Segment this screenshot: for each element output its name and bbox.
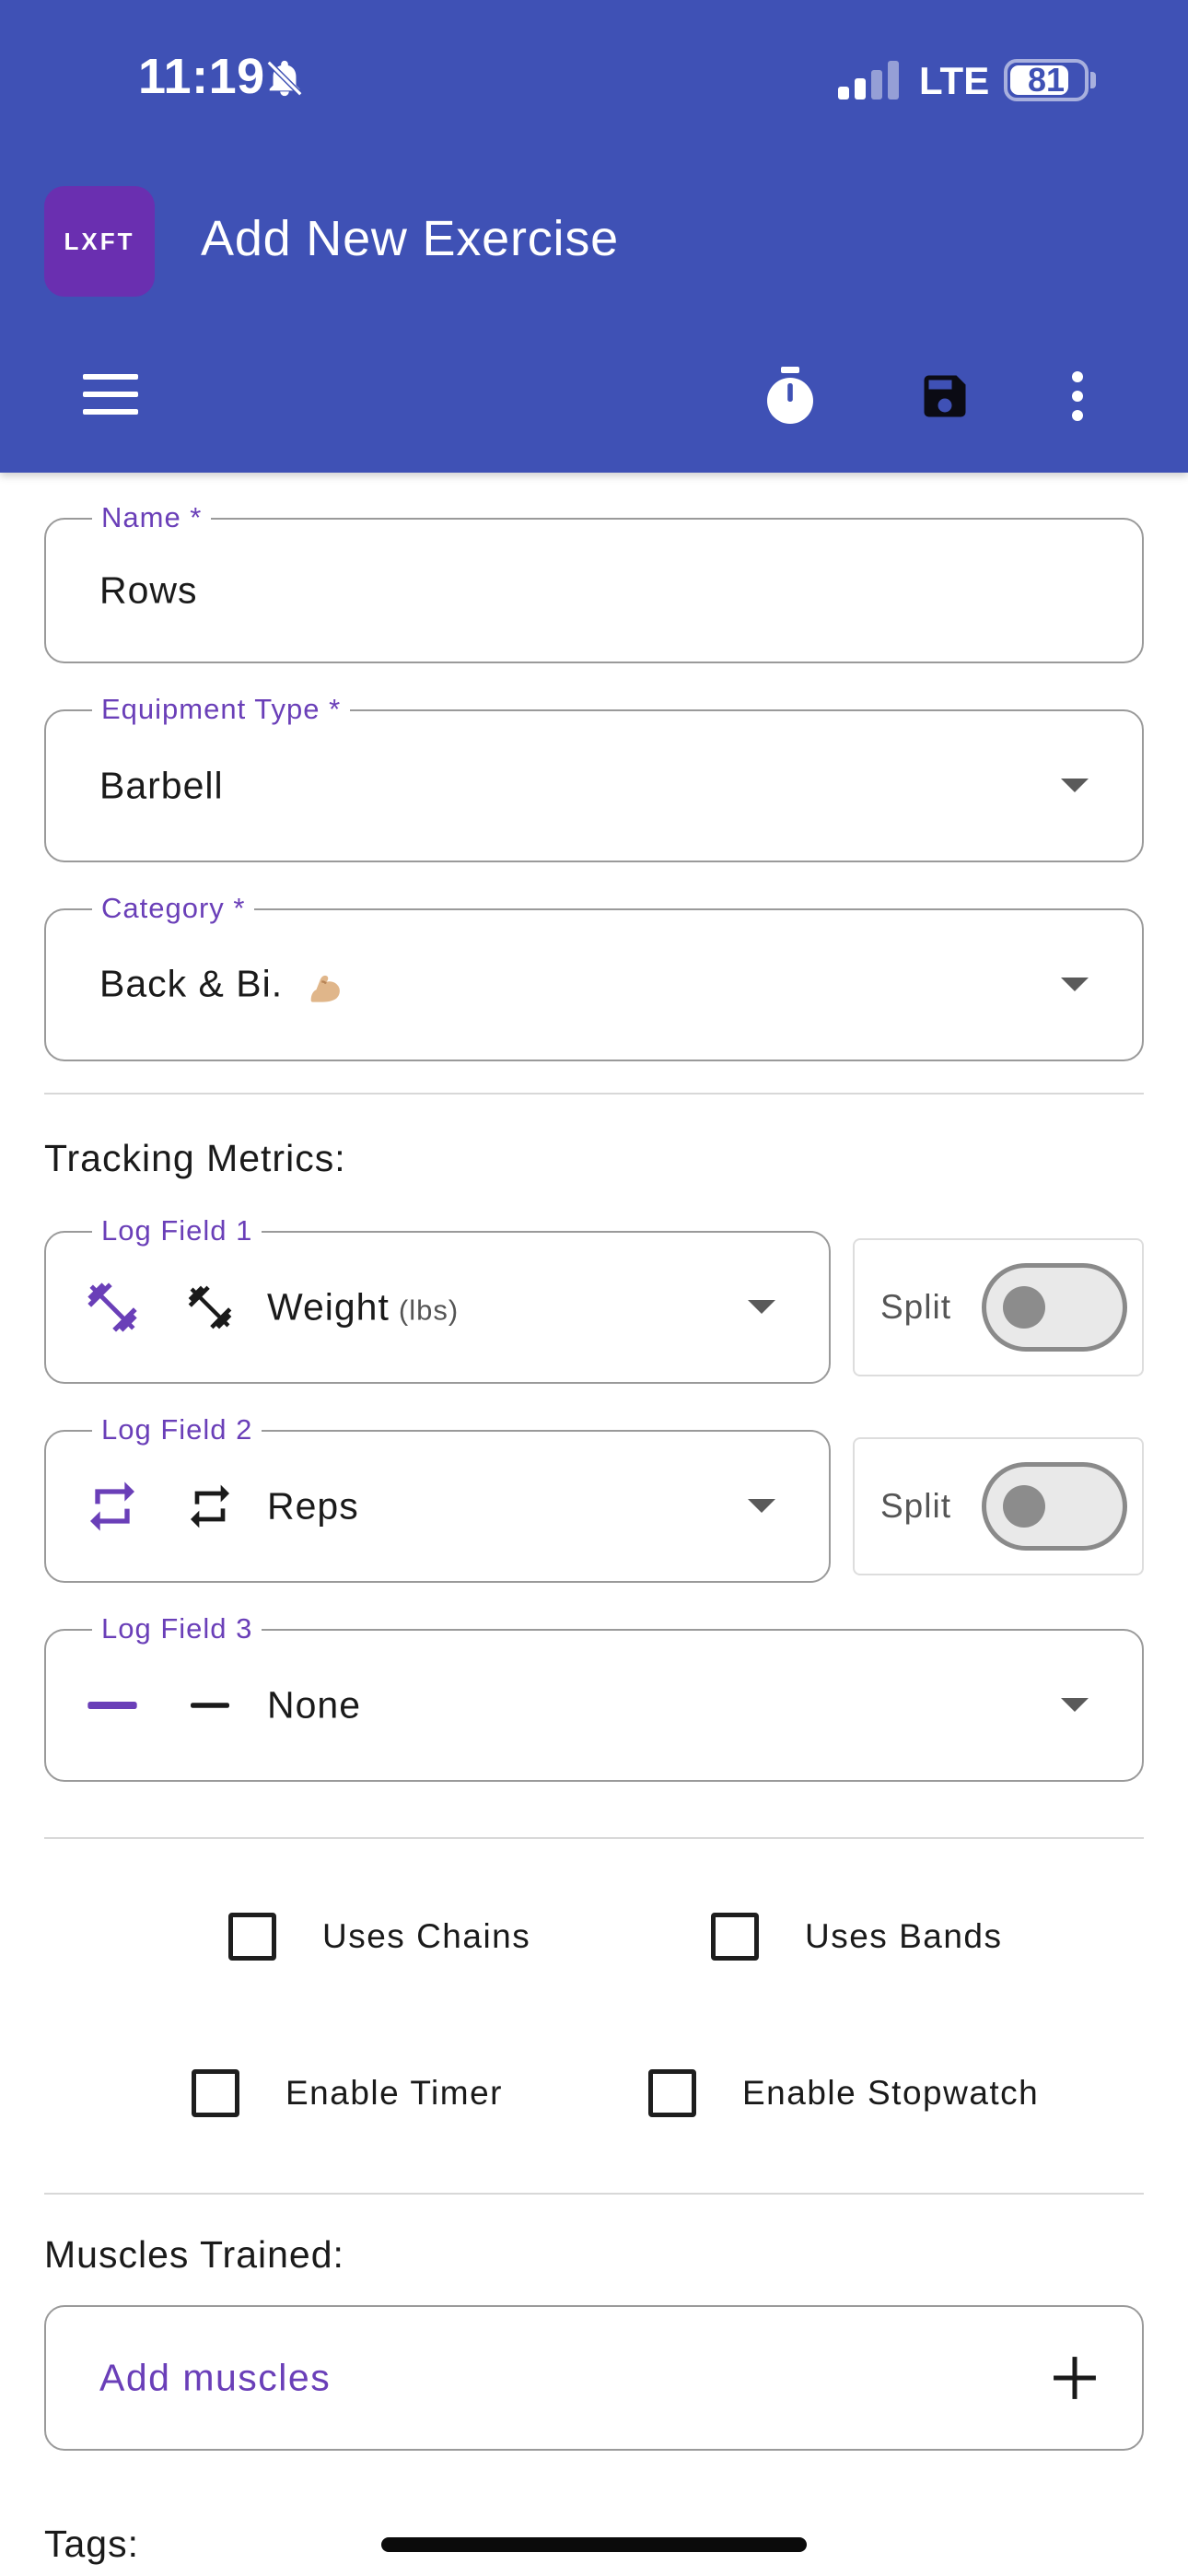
split-toggle-1: Split — [853, 1238, 1144, 1376]
enable-stopwatch-checkbox[interactable]: Enable Stopwatch — [648, 2069, 1039, 2117]
more-vert-icon[interactable] — [1068, 370, 1087, 422]
log-field-2-select[interactable]: Log Field 2 Reps — [44, 1411, 831, 1583]
log-field-1-select[interactable]: Log Field 1 Weight (lbs) — [44, 1212, 831, 1384]
dumbbell-icon — [188, 1285, 232, 1329]
dumbbell-icon — [87, 1282, 137, 1332]
split-switch-1[interactable] — [982, 1263, 1127, 1352]
name-field[interactable]: Name * Rows — [44, 499, 1144, 663]
dropdown-arrow-icon — [1061, 779, 1089, 792]
dropdown-arrow-icon — [748, 1499, 775, 1513]
network-type: LTE — [919, 59, 990, 102]
battery-nub — [1090, 72, 1096, 88]
checkbox-square[interactable] — [192, 2069, 239, 2117]
muscles-trained-heading: Muscles Trained: — [44, 2233, 344, 2276]
log-field-3-select[interactable]: Log Field 3 None — [44, 1610, 1144, 1782]
log-field-1-label: Log Field 1 — [92, 1212, 262, 1249]
uses-chains-label: Uses Chains — [322, 1917, 531, 1955]
checkbox-square[interactable] — [228, 1913, 276, 1961]
app-bar: 11:19 LTE 81 LXFT Add New Exercise — [0, 0, 1188, 473]
enable-timer-label: Enable Timer — [285, 2074, 503, 2112]
enable-stopwatch-label: Enable Stopwatch — [742, 2074, 1040, 2112]
battery-level: 81 — [1027, 61, 1066, 99]
dropdown-arrow-icon — [748, 1300, 775, 1314]
divider — [44, 1837, 1144, 1839]
plus-icon[interactable] — [1052, 2355, 1098, 2401]
name-label: Name * — [92, 499, 212, 536]
category-label: Category * — [92, 890, 255, 927]
log-field-2-label: Log Field 2 — [92, 1411, 262, 1448]
equipment-type-select[interactable]: Equipment Type * Barbell — [44, 691, 1144, 862]
split-switch-2[interactable] — [982, 1462, 1127, 1551]
tags-heading: Tags: — [44, 2523, 139, 2565]
switch-knob — [1003, 1286, 1045, 1329]
minus-icon — [191, 1703, 229, 1708]
equipment-type-label: Equipment Type * — [92, 691, 351, 728]
log-field-1-value-wrap: Weight (lbs) — [267, 1286, 459, 1329]
repeat-icon — [191, 1484, 229, 1528]
divider — [44, 2193, 1144, 2195]
log-field-1-unit: (lbs) — [398, 1294, 460, 1327]
category-value: Back & Bi. — [99, 962, 284, 1005]
home-indicator — [381, 2537, 807, 2552]
signal-icon — [838, 61, 899, 100]
flexed-biceps-icon — [310, 976, 340, 1002]
logo-text: LXFT — [64, 227, 135, 255]
switch-knob — [1003, 1485, 1045, 1528]
repeat-icon — [90, 1481, 134, 1531]
uses-bands-label: Uses Bands — [805, 1917, 1003, 1955]
split-toggle-2: Split — [853, 1437, 1144, 1575]
log-field-3-label: Log Field 3 — [92, 1610, 262, 1647]
app-logo: LXFT — [44, 186, 155, 297]
name-value: Rows — [99, 568, 198, 612]
add-muscles-field[interactable]: Add muscles — [44, 2305, 1144, 2451]
page-title: Add New Exercise — [201, 211, 619, 266]
status-time: 11:19 — [138, 49, 265, 104]
checkbox-square[interactable] — [711, 1913, 759, 1961]
stopwatch-icon[interactable] — [763, 367, 818, 426]
enable-timer-checkbox[interactable]: Enable Timer — [192, 2069, 503, 2117]
category-select[interactable]: Category * Back & Bi. — [44, 890, 1144, 1061]
bell-off-icon — [266, 60, 303, 97]
log-field-3-value: None — [267, 1683, 362, 1727]
split-label-1: Split — [880, 1288, 951, 1326]
battery-icon: 81 — [1004, 59, 1089, 101]
dropdown-arrow-icon — [1061, 978, 1089, 991]
menu-icon[interactable] — [83, 374, 138, 415]
log-field-2-value: Reps — [267, 1484, 359, 1528]
category-value-wrap: Back & Bi. — [99, 962, 346, 1007]
uses-chains-checkbox[interactable]: Uses Chains — [228, 1913, 530, 1961]
save-icon[interactable] — [917, 369, 973, 424]
checkbox-square[interactable] — [648, 2069, 696, 2117]
dropdown-arrow-icon — [1061, 1698, 1089, 1712]
split-label-2: Split — [880, 1487, 951, 1525]
minus-icon — [87, 1702, 137, 1709]
divider — [44, 1093, 1144, 1095]
tracking-metrics-heading: Tracking Metrics: — [44, 1137, 346, 1179]
equipment-type-value: Barbell — [99, 764, 224, 807]
log-field-1-value: Weight — [267, 1285, 390, 1329]
uses-bands-checkbox[interactable]: Uses Bands — [711, 1913, 1003, 1961]
add-muscles-placeholder: Add muscles — [99, 2356, 332, 2399]
